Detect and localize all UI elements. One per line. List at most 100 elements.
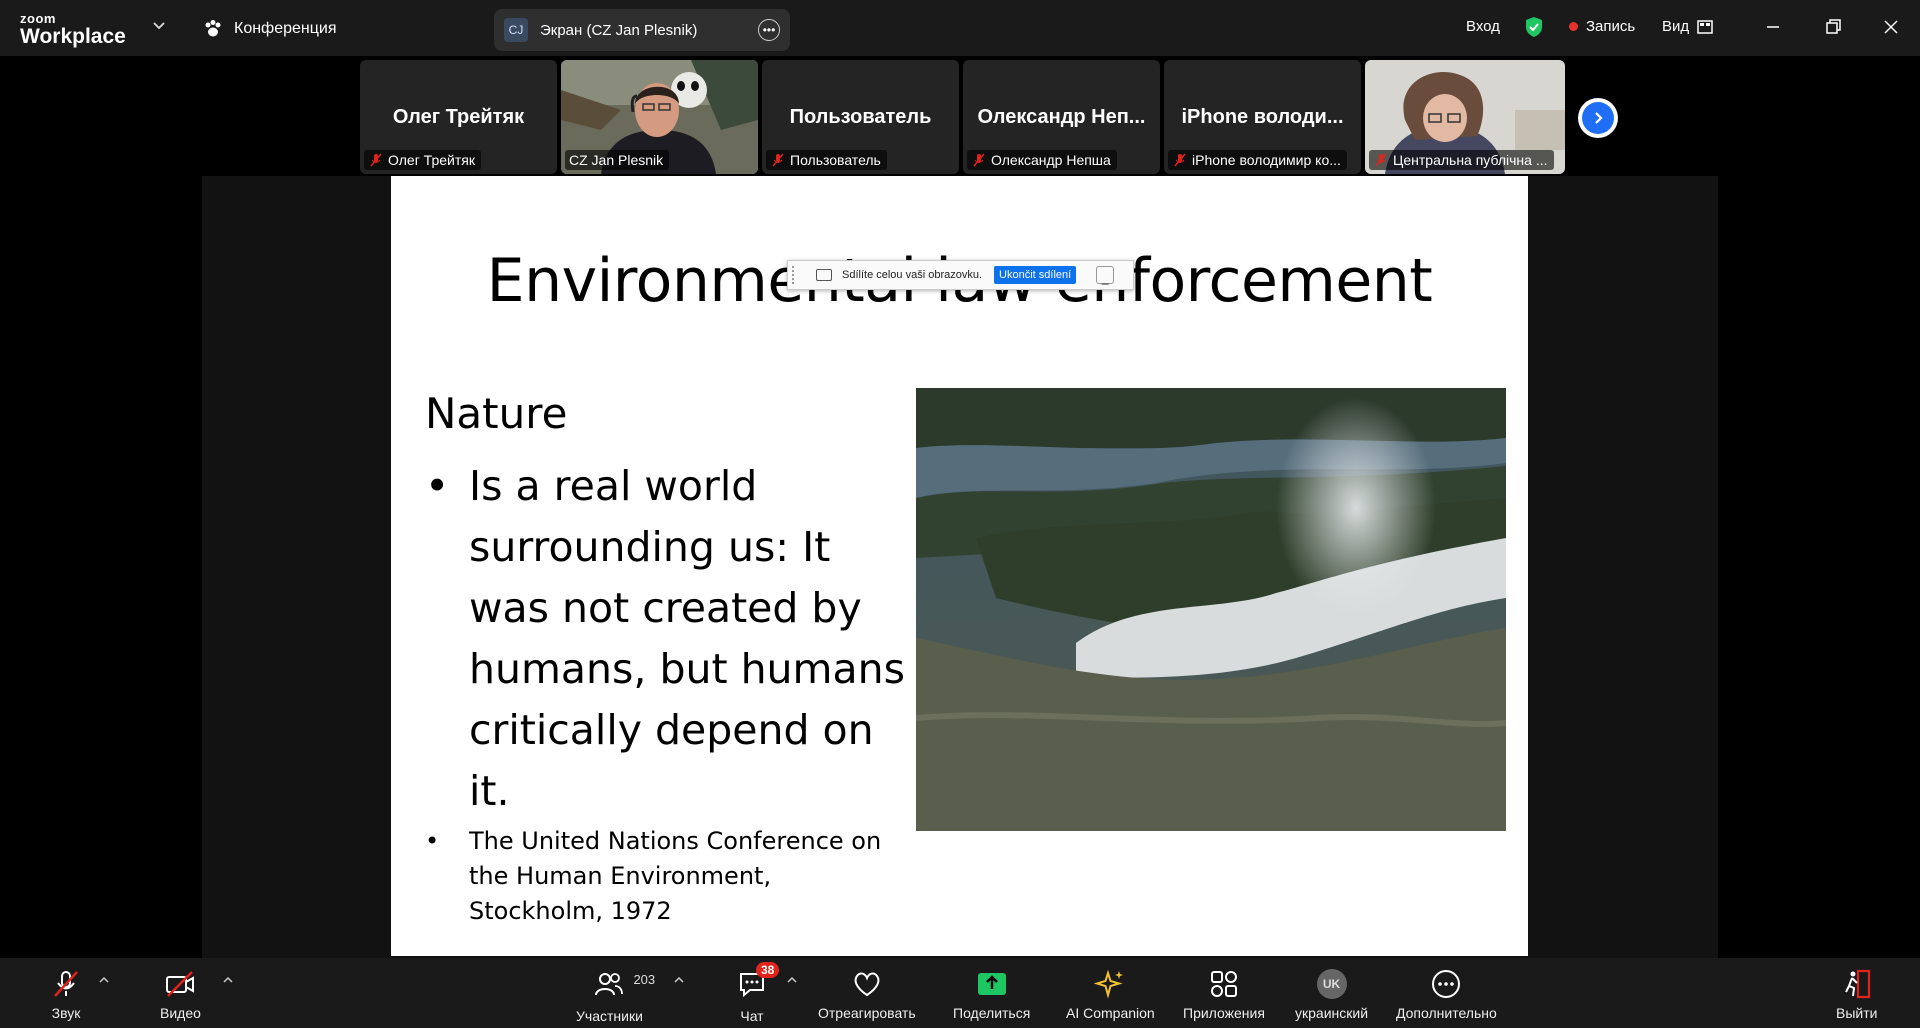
drag-handle-icon[interactable] [792,266,802,284]
sparkle-icon [1094,969,1124,999]
leave-label: Выйти [1836,1005,1878,1021]
participant-name: Олег Трейтяк [388,152,475,168]
bullet-secondary-text: The United Nations Conference on the Hum… [469,827,882,925]
meeting-info-button[interactable]: Конференция [202,18,337,40]
chat-label: Чат [740,1008,764,1024]
sharing-control-bar[interactable]: Sdílíte celou vaši obrazovku. Ukončit sd… [787,260,1134,290]
participant-label: Олег Трейтяк [364,150,481,170]
participant-big-name: Олександр Неп... [977,106,1146,128]
audio-label: Звук [51,1005,81,1021]
react-button[interactable]: Отреагировать [818,968,916,1021]
top-bar: zoom Workplace Конференция CJ Экран (CZ … [0,0,1920,56]
ai-companion-label: AI Companion [1066,1005,1155,1021]
waterfall-photo [916,388,1506,831]
record-dot-icon [1569,22,1578,31]
logo-bottom-text: Workplace [20,25,126,48]
record-indicator[interactable]: Запись [1569,18,1635,35]
chevron-up-icon[interactable] [673,976,685,984]
login-button[interactable]: Вход [1466,18,1500,35]
video-button[interactable]: Видео [160,968,201,1021]
sharer-avatar: CJ [504,18,528,42]
participant-label: Пользователь [766,150,887,170]
leave-door-icon [1844,969,1870,999]
chat-unread-badge: 38 [756,962,780,978]
participant-count: 203 [633,972,656,987]
participant-tile-active-speaker[interactable]: CZ Jan Plesnik [561,60,758,174]
meeting-controls: Звук Видео 203 Участники 38 Чат Отреагир… [0,958,1920,1028]
participant-name: iPhone володимир ко... [1192,152,1341,168]
minimize-icon[interactable] [1762,16,1784,38]
more-label: Дополнительно [1396,1005,1497,1021]
chevron-up-icon[interactable] [786,976,798,984]
language-label: украинский [1295,1005,1369,1021]
view-button[interactable]: Вид [1662,18,1713,35]
chevron-up-icon[interactable] [222,976,234,984]
mic-muted-icon [772,153,784,167]
participants-icon [595,973,624,996]
paw-icon [205,20,221,37]
participant-label: Олександр Непша [967,150,1117,170]
participant-big-name: Пользователь [789,106,932,128]
mic-muted-icon [370,153,382,167]
participant-name: Центральна публічна ... [1393,152,1548,168]
language-globe-icon: UK [1316,969,1347,999]
stop-sharing-button[interactable]: Ukončit sdílení [994,266,1077,284]
share-screen-icon [977,973,1006,995]
chevron-right-icon [1595,112,1603,124]
share-label: Поделиться [953,1005,1031,1021]
participant-big-name: Олег Трейтяк [392,106,525,128]
participant-tile[interactable]: Олександр Неп... Олександр Непша [963,60,1160,174]
ai-companion-button[interactable]: AI Companion [1066,968,1155,1021]
participant-tile[interactable]: Центральна публічна ... [1365,60,1565,174]
participant-tile[interactable]: iPhone володи... iPhone володимир ко... [1164,60,1361,174]
zoom-logo: zoom Workplace [20,12,126,47]
meeting-label: Конференция [234,20,337,37]
more-icon [1432,970,1461,998]
chevron-up-icon[interactable] [98,976,110,984]
minimize-bar-icon[interactable]: _ [1096,266,1115,284]
more-button[interactable]: Дополнительно [1396,968,1497,1021]
close-icon[interactable] [1880,16,1902,38]
bullet-icon: • [425,827,440,855]
record-label: Запись [1586,18,1636,35]
chevron-down-icon[interactable] [152,18,166,32]
restore-icon[interactable] [1822,16,1844,38]
video-label: Видео [160,1005,201,1021]
apps-icon [1210,971,1237,997]
login-label: Вход [1466,18,1500,35]
language-button[interactable]: UK украинский [1295,968,1368,1021]
participant-name: CZ Jan Plesnik [569,152,664,168]
participant-tile[interactable]: Пользователь Пользователь [762,60,959,174]
participant-tile[interactable]: Олег Трейтяк Олег Трейтяк [360,60,557,174]
participant-big-name: iPhone володи... [1181,106,1344,128]
screen-share-label: Экран (CZ Jan Plesnik) [540,21,698,39]
participant-label: iPhone володимир ко... [1168,150,1347,170]
react-label: Отреагировать [818,1005,916,1021]
apps-button[interactable]: Приложения [1183,968,1265,1021]
next-participants-button[interactable] [1578,98,1618,138]
participant-label: CZ Jan Plesnik [565,150,670,170]
bullet-icon: • [425,462,450,510]
participants-label: Участники [576,1008,643,1024]
video-off-icon [166,971,195,997]
slide-heading: Nature [425,389,568,438]
mic-muted-icon [1375,153,1387,167]
logo-top-text: zoom [20,11,56,26]
mic-muted-icon [1174,153,1186,167]
security-shield-icon[interactable] [1524,16,1544,38]
more-options-icon[interactable]: ••• [758,19,780,41]
participant-label: Центральна публічна ... [1369,150,1554,170]
audio-button[interactable]: Звук [50,968,82,1021]
apps-label: Приложения [1183,1005,1265,1021]
share-button[interactable]: Поделиться [953,968,1030,1021]
mic-muted-icon [973,153,985,167]
grid-view-icon [1697,19,1713,34]
participants-button[interactable]: 203 Участники [576,968,655,1024]
sharing-status-text: Sdílíte celou vaši obrazovku. [842,269,983,281]
screen-share-pill[interactable]: CJ Экран (CZ Jan Plesnik) ••• [494,9,790,51]
leave-button[interactable]: Выйти [1836,968,1877,1021]
participant-strip: Олег Трейтяк Олег Трейтяк CZ Jan Plesnik… [360,60,1565,174]
mic-muted-icon [54,971,78,997]
chat-button[interactable]: 38 Чат [736,962,780,1024]
presentation-slide: Environmental law enforcement Nature • I… [391,176,1528,956]
